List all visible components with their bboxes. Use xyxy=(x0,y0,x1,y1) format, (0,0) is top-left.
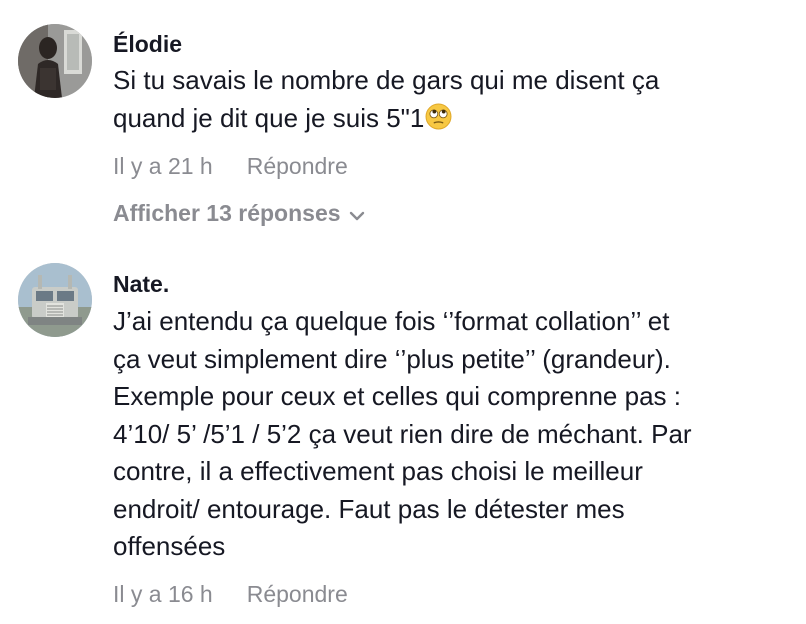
comment-text: J’ai entendu ça quelque fois ‘’format co… xyxy=(113,306,692,561)
avatar-photo xyxy=(18,24,92,98)
comment-timestamp: Il y a 21 h xyxy=(113,153,213,179)
avatar-photo xyxy=(18,263,92,337)
comment-text: Si tu savais le nombre de gars qui me di… xyxy=(113,62,793,140)
comment-username[interactable]: Nate. xyxy=(113,271,169,298)
face-with-rolling-eyes-icon xyxy=(425,103,452,141)
comment-meta: Il y a 21 h Répondre xyxy=(113,153,348,180)
chevron-down-icon xyxy=(349,201,365,228)
comment-text-body: Si tu savais le nombre de gars qui me di… xyxy=(113,65,660,133)
view-replies-label: Afficher 13 réponses xyxy=(113,200,341,226)
comment-timestamp: Il y a 16 h xyxy=(113,581,213,607)
view-replies-button[interactable]: Afficher 13 réponses xyxy=(113,200,365,228)
reply-button[interactable]: Répondre xyxy=(247,581,348,607)
avatar[interactable] xyxy=(18,263,92,337)
comment-meta: Il y a 16 h Répondre xyxy=(113,581,348,608)
comment-item: Élodie Si tu savais le nombre de gars qu… xyxy=(0,0,806,240)
comment-username[interactable]: Élodie xyxy=(113,31,182,58)
reply-button[interactable]: Répondre xyxy=(247,153,348,179)
avatar[interactable] xyxy=(18,24,92,98)
